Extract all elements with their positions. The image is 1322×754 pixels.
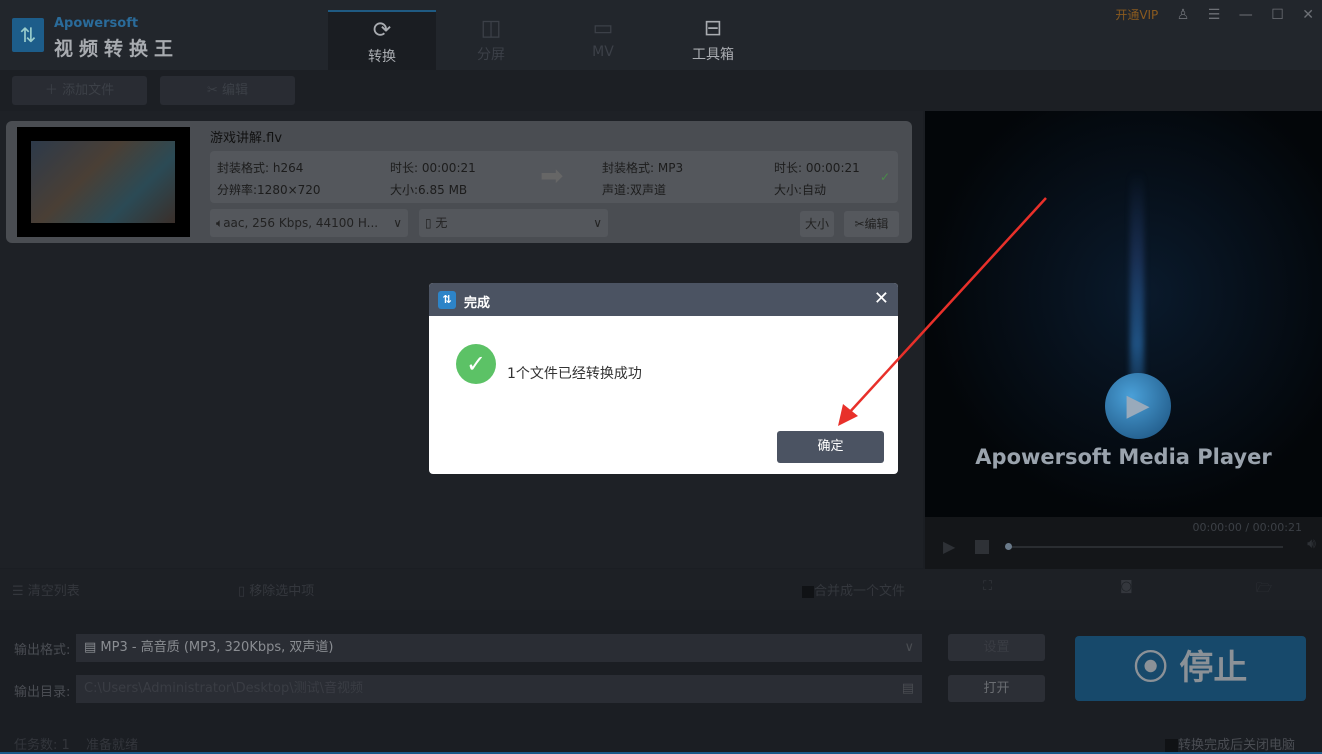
annotation-arrow [838,197,1047,426]
